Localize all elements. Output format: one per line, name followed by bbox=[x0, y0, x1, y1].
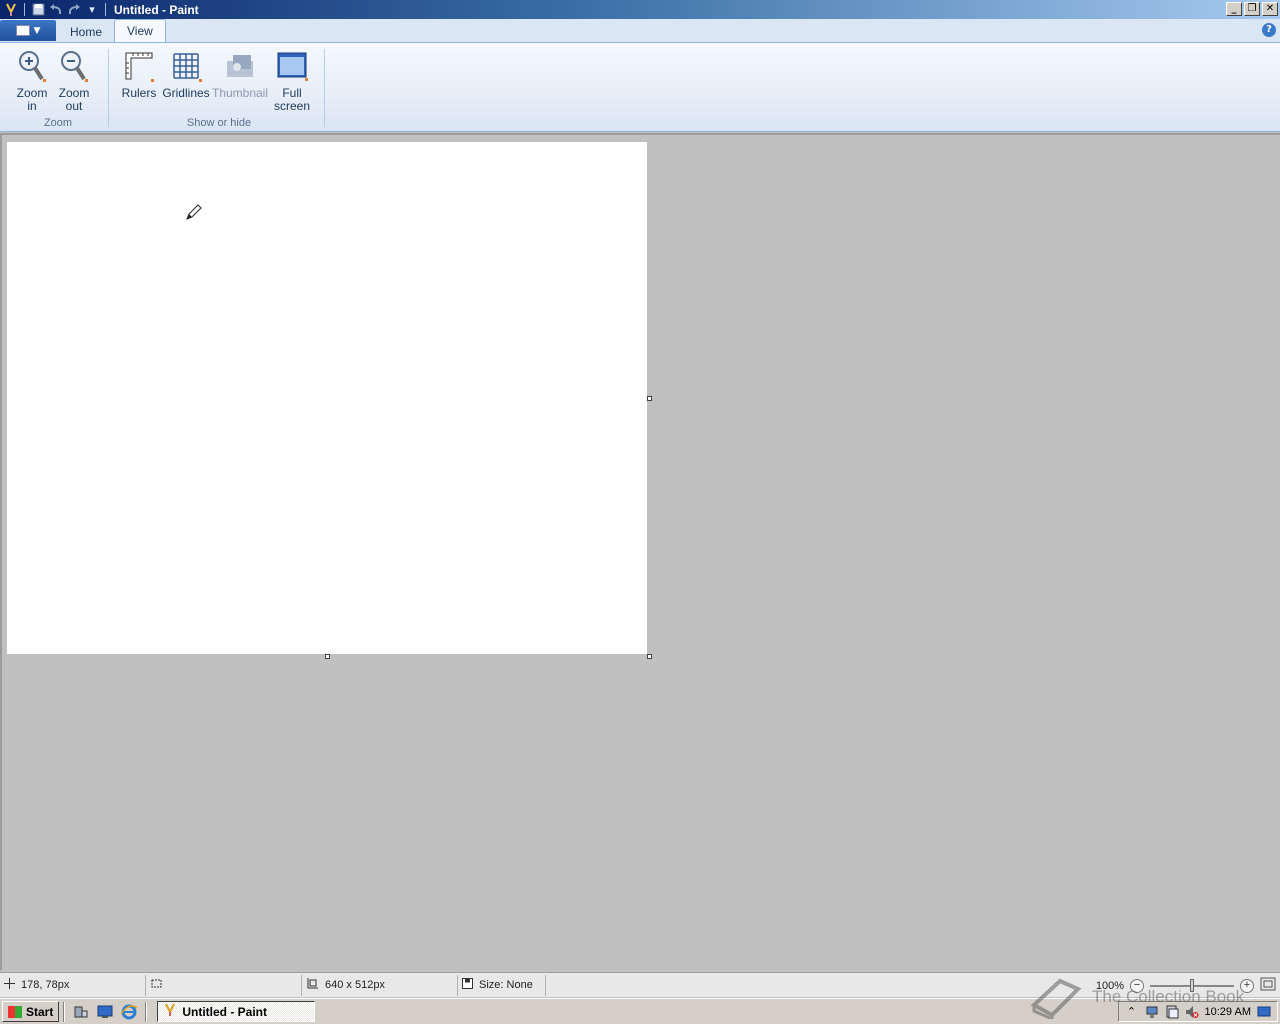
show-hidden-icons-icon[interactable]: ⌃ bbox=[1125, 1005, 1139, 1019]
paint-menu-button[interactable]: ▼ bbox=[0, 20, 56, 41]
crosshair-icon bbox=[4, 978, 15, 992]
show-desktop-tray-icon[interactable] bbox=[1257, 1005, 1271, 1019]
zoom-out-label: Zoom out bbox=[58, 86, 90, 113]
document-icon bbox=[15, 25, 30, 36]
selection-icon bbox=[150, 978, 163, 992]
pencil-cursor-icon bbox=[185, 203, 203, 224]
thumbnail-label: Thumbnail bbox=[211, 86, 269, 100]
zoom-slider-thumb[interactable] bbox=[1190, 978, 1194, 992]
resize-handle-corner[interactable] bbox=[647, 654, 652, 659]
file-size-cell: Size: None bbox=[458, 974, 546, 996]
show-hide-group: Rulers Gridlines Thumbnail Full screen S… bbox=[114, 47, 324, 131]
zoom-group: Zoom in Zoom out Zoom bbox=[10, 47, 106, 131]
window-controls: _ ❐ ✕ bbox=[1226, 2, 1278, 16]
clock[interactable]: 10:29 AM bbox=[1205, 1006, 1251, 1018]
server-manager-icon[interactable] bbox=[72, 1003, 90, 1021]
save-icon[interactable] bbox=[29, 1, 47, 18]
rulers-toggle[interactable]: Rulers bbox=[120, 49, 158, 100]
internet-explorer-icon[interactable] bbox=[120, 1003, 138, 1021]
show-hide-group-label: Show or hide bbox=[186, 117, 252, 129]
disk-icon bbox=[462, 978, 473, 992]
task-label: Untitled - Paint bbox=[182, 1004, 268, 1019]
network-icon[interactable] bbox=[1145, 1005, 1159, 1019]
show-desktop-icon[interactable] bbox=[96, 1003, 114, 1021]
zoom-group-label: Zoom bbox=[43, 117, 73, 129]
action-center-icon[interactable] bbox=[1165, 1005, 1179, 1019]
gridlines-label: Gridlines bbox=[162, 86, 210, 100]
gridlines-toggle[interactable]: Gridlines bbox=[162, 49, 210, 100]
canvas-size-icon bbox=[306, 977, 319, 993]
quick-access-toolbar: ▾ bbox=[0, 0, 110, 19]
system-tray: ⌃ 10:29 AM bbox=[1117, 1001, 1278, 1022]
zoom-out-small-button[interactable]: − bbox=[1130, 978, 1144, 993]
canvas-size-cell: 640 x 512px bbox=[302, 974, 458, 996]
zoom-slider[interactable] bbox=[1150, 978, 1234, 992]
cursor-position-cell: 178, 78px bbox=[0, 974, 146, 996]
minimize-button[interactable]: _ bbox=[1226, 2, 1242, 16]
tab-view[interactable]: View bbox=[114, 19, 166, 42]
zoom-in-small-button[interactable]: + bbox=[1240, 978, 1254, 993]
chevron-down-icon: ▼ bbox=[33, 25, 41, 36]
full-screen-icon bbox=[275, 49, 309, 83]
group-separator-2 bbox=[324, 49, 325, 127]
thumbnail-toggle[interactable]: Thumbnail bbox=[212, 49, 268, 100]
rulers-icon bbox=[122, 49, 156, 83]
drawing-canvas[interactable] bbox=[7, 142, 647, 654]
paint-app-icon[interactable] bbox=[2, 1, 20, 18]
zoom-in-icon bbox=[15, 49, 49, 83]
qat-separator-2 bbox=[105, 3, 106, 16]
tab-home[interactable]: Home bbox=[58, 21, 114, 42]
full-screen-label: Full screen bbox=[273, 86, 311, 113]
zoom-in-label: Zoom in bbox=[16, 86, 48, 113]
volume-muted-icon[interactable] bbox=[1185, 1005, 1199, 1019]
zoom-out-icon bbox=[57, 49, 91, 83]
thumbnail-icon bbox=[223, 49, 257, 83]
zoom-out-button[interactable]: Zoom out bbox=[56, 49, 92, 113]
start-button[interactable]: Start bbox=[2, 1001, 60, 1022]
taskbar-separator bbox=[63, 1001, 66, 1022]
status-bar: 178, 78px 640 x 512px Size: None 100% − … bbox=[0, 972, 1280, 997]
group-separator bbox=[108, 49, 109, 127]
title-bar: ▾ Untitled - Paint _ ❐ ✕ bbox=[0, 0, 1280, 19]
undo-icon[interactable] bbox=[47, 1, 65, 18]
zoom-in-button[interactable]: Zoom in bbox=[14, 49, 50, 113]
ribbon-panel: Zoom in Zoom out Zoom Rulers Gridlines T… bbox=[0, 42, 1280, 132]
start-label: Start bbox=[26, 1004, 54, 1019]
gridlines-icon bbox=[169, 49, 203, 83]
redo-icon[interactable] bbox=[65, 1, 83, 18]
file-size: Size: None bbox=[479, 979, 533, 991]
help-icon[interactable]: ? bbox=[1262, 23, 1276, 37]
window-title: Untitled - Paint bbox=[114, 2, 199, 17]
restore-button[interactable]: ❐ bbox=[1244, 2, 1260, 16]
ribbon-tab-row: ▼ Home View ? bbox=[0, 19, 1280, 42]
taskbar: Start Untitled - Paint ⌃ 10:29 AM bbox=[0, 998, 1280, 1024]
zoom-control: 100% − + bbox=[1096, 973, 1280, 998]
fit-window-icon[interactable] bbox=[1260, 977, 1276, 994]
selection-size-cell bbox=[146, 974, 302, 996]
rulers-label: Rulers bbox=[121, 86, 157, 100]
qat-separator bbox=[24, 3, 25, 16]
resize-handle-bottom[interactable] bbox=[325, 654, 330, 659]
windows-logo-icon bbox=[8, 1005, 22, 1018]
task-button-paint[interactable]: Untitled - Paint bbox=[157, 1001, 316, 1022]
customize-dropdown-icon[interactable]: ▾ bbox=[83, 1, 101, 18]
close-button[interactable]: ✕ bbox=[1262, 2, 1278, 16]
zoom-level: 100% bbox=[1095, 979, 1124, 992]
full-screen-button[interactable]: Full screen bbox=[272, 49, 312, 113]
paint-task-icon bbox=[164, 1003, 176, 1020]
resize-handle-right[interactable] bbox=[647, 396, 652, 401]
canvas-size: 640 x 512px bbox=[325, 979, 385, 991]
cursor-position: 178, 78px bbox=[21, 979, 70, 991]
taskbar-separator-2 bbox=[145, 1001, 148, 1022]
